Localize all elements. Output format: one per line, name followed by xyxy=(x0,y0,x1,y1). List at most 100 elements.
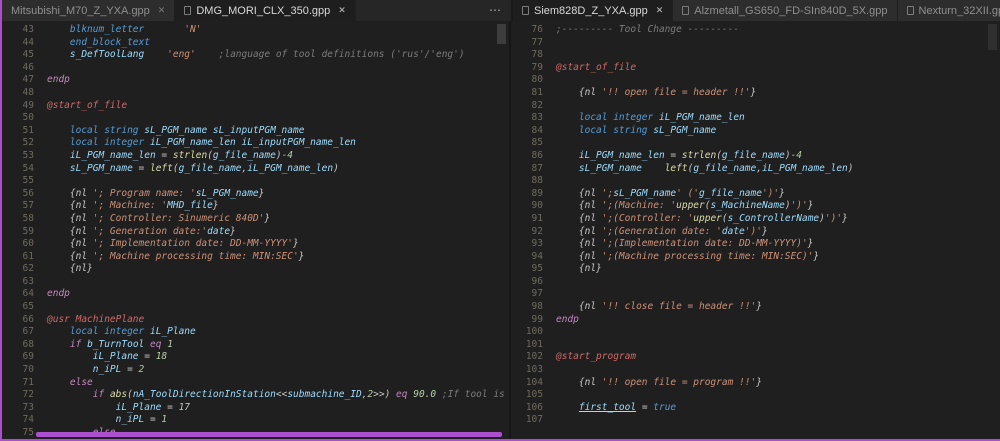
code-line: 64endp xyxy=(2,288,509,301)
code-text[interactable]: sL_PGM_name = left(g_file_name,iL_PGM_na… xyxy=(34,163,339,176)
code-text[interactable]: {nl '; Program name: 'sL_PGM_name} xyxy=(34,188,264,201)
code-text[interactable]: n_iPL = 2 xyxy=(34,364,144,377)
code-text[interactable]: iL_PGM_name_len = strlen(g_file_name)-4 xyxy=(34,150,293,163)
code-line: 81 {nl '!! open file = header !!'} xyxy=(511,87,1000,100)
code-text[interactable]: ;--------- Tool Change --------- xyxy=(543,24,739,37)
code-text[interactable] xyxy=(543,414,556,427)
code-text[interactable]: @usr MachinePlane xyxy=(34,314,144,327)
code-text[interactable]: {nl ';(Generation date: 'date')'} xyxy=(543,226,768,239)
code-text[interactable]: n_iPL = 1 xyxy=(34,414,167,427)
code-text[interactable] xyxy=(543,288,556,301)
code-text[interactable] xyxy=(543,276,556,289)
code-area[interactable]: 76;--------- Tool Change ---------777879… xyxy=(511,21,1000,427)
code-text[interactable]: endp xyxy=(543,314,579,327)
code-text[interactable] xyxy=(543,175,556,188)
code-text[interactable]: @start_of_file xyxy=(34,100,127,113)
code-text[interactable]: local integer iL_PGM_name_len xyxy=(543,112,745,125)
code-text[interactable]: {nl ';sL_PGM_name' ('g_file_name')'} xyxy=(543,188,785,201)
code-text[interactable]: {nl ';(Machine processing time: MIN:SEC)… xyxy=(543,251,819,264)
tab-alzmetall[interactable]: Alzmetall_GS650_FD-SIn840D_5X.gpp xyxy=(673,0,897,21)
code-line: 95 {nl} xyxy=(511,263,1000,276)
code-line: 83 local integer iL_PGM_name_len xyxy=(511,112,1000,125)
code-text[interactable]: else xyxy=(34,377,93,390)
close-icon[interactable]: ✕ xyxy=(158,6,166,15)
code-text[interactable]: {nl '!! open file = program !!'} xyxy=(543,377,762,390)
code-text[interactable]: local integer iL_Plane xyxy=(34,326,196,339)
code-text[interactable] xyxy=(34,62,47,75)
code-text[interactable]: local integer iL_PGM_name_len iL_inputPG… xyxy=(34,137,356,150)
code-text[interactable]: blknum_letter 'N' xyxy=(34,24,201,37)
line-number: 90 xyxy=(511,200,543,213)
line-number: 64 xyxy=(2,288,34,301)
code-text[interactable] xyxy=(34,301,47,314)
close-icon[interactable]: ✕ xyxy=(656,6,664,15)
code-text[interactable] xyxy=(543,49,556,62)
line-number: 70 xyxy=(2,364,34,377)
code-text[interactable]: {nl} xyxy=(543,263,602,276)
code-text[interactable]: @start_program xyxy=(543,351,636,364)
tab-siem828d[interactable]: Siem828D_Z_YXA.gpp ✕ xyxy=(513,0,673,21)
code-line: 105 xyxy=(511,389,1000,402)
code-text[interactable]: {nl ';(Implementation date: DD-MM-YYYY)'… xyxy=(543,238,813,251)
close-icon[interactable]: ✕ xyxy=(338,6,346,15)
line-number: 92 xyxy=(511,226,543,239)
editor-pane-left[interactable]: 43 blknum_letter 'N'44 end_block_text45 … xyxy=(2,21,511,439)
code-text[interactable]: {nl '!! open file = header !!'} xyxy=(543,87,756,100)
code-text[interactable]: {nl '!! close file = header !!'} xyxy=(543,301,762,314)
code-line: 52 local integer iL_PGM_name_len iL_inpu… xyxy=(2,137,509,150)
code-text[interactable] xyxy=(34,112,47,125)
code-text[interactable] xyxy=(543,389,556,402)
code-line: 104 {nl '!! open file = program !!'} xyxy=(511,377,1000,390)
code-text[interactable]: if abs(nA_ToolDirectionInStation<<submac… xyxy=(34,389,505,402)
code-text[interactable]: first_tool = true xyxy=(543,402,676,415)
code-text[interactable]: {nl '; Machine: 'MHD_file} xyxy=(34,200,219,213)
code-text[interactable] xyxy=(34,175,47,188)
code-text[interactable] xyxy=(543,339,556,352)
code-line: 61 {nl '; Machine processing time: MIN:S… xyxy=(2,251,509,264)
code-text[interactable] xyxy=(543,100,556,113)
scrollbar-vertical[interactable] xyxy=(497,24,506,44)
code-text[interactable]: {nl '; Machine processing time: MIN:SEC'… xyxy=(34,251,304,264)
code-text[interactable]: {nl} xyxy=(34,263,93,276)
code-text[interactable]: s_DefToolLang 'eng' ;language of tool de… xyxy=(34,49,465,62)
code-text[interactable] xyxy=(543,137,556,150)
code-area[interactable]: 43 blknum_letter 'N'44 end_block_text45 … xyxy=(2,21,509,439)
line-number: 55 xyxy=(2,175,34,188)
code-text[interactable] xyxy=(34,276,47,289)
code-text[interactable]: iL_PGM_name_len = strlen(g_file_name)-4 xyxy=(543,150,802,163)
code-line: 98 {nl '!! close file = header !!'} xyxy=(511,301,1000,314)
code-text[interactable]: iL_Plane = 17 xyxy=(34,402,190,415)
code-text[interactable]: {nl '; Implementation date: DD-MM-YYYY'} xyxy=(34,238,299,251)
code-text[interactable]: if b_TurnTool eq 1 xyxy=(34,339,173,352)
code-text[interactable]: {nl ';(Machine: 'upper(s_MachineName)')'… xyxy=(543,200,813,213)
code-text[interactable]: iL_Plane = 18 xyxy=(34,351,167,364)
more-actions-icon[interactable]: ⋯ xyxy=(479,0,511,21)
code-text[interactable]: {nl '; Controller: Sinumeric 840D'} xyxy=(34,213,270,226)
code-text[interactable]: endp xyxy=(34,288,70,301)
code-line: 106 first_tool = true xyxy=(511,402,1000,415)
code-text[interactable]: @start_of_file xyxy=(543,62,636,75)
code-text[interactable]: endp xyxy=(34,74,70,87)
code-line: 85 xyxy=(511,137,1000,150)
line-number: 95 xyxy=(511,263,543,276)
code-text[interactable]: local string sL_PGM_name xyxy=(543,125,716,138)
scrollbar-horizontal[interactable] xyxy=(36,432,502,437)
tab-nexturn[interactable]: Nexturn_32XII.gpp xyxy=(898,0,1000,21)
code-text[interactable]: local string sL_PGM_name sL_inputPGM_nam… xyxy=(34,125,304,138)
tab-mitsubishi-m70[interactable]: Mitsubishi_M70_Z_YXA.gpp ✕ xyxy=(2,0,175,21)
scrollbar-vertical[interactable] xyxy=(988,24,997,50)
line-number: 49 xyxy=(2,100,34,113)
code-text[interactable] xyxy=(543,326,556,339)
code-text[interactable] xyxy=(543,364,556,377)
code-text[interactable]: {nl ';(Controller: 'upper(s_ControllerNa… xyxy=(543,213,848,226)
code-line: 54 sL_PGM_name = left(g_file_name,iL_PGM… xyxy=(2,163,509,176)
code-text[interactable] xyxy=(543,74,556,87)
code-text[interactable] xyxy=(543,37,556,50)
code-text[interactable]: end_block_text xyxy=(34,37,150,50)
tab-dmg-mori-clx-350[interactable]: DMG_MORI_CLX_350.gpp ✕ xyxy=(175,0,355,21)
code-text[interactable] xyxy=(34,87,47,100)
code-text[interactable]: {nl '; Generation date:'date} xyxy=(34,226,236,239)
code-line: 68 if b_TurnTool eq 1 xyxy=(2,339,509,352)
editor-pane-right[interactable]: 76;--------- Tool Change ---------777879… xyxy=(511,21,1000,439)
code-text[interactable]: sL_PGM_name left(g_file_name,iL_PGM_name… xyxy=(543,163,854,176)
